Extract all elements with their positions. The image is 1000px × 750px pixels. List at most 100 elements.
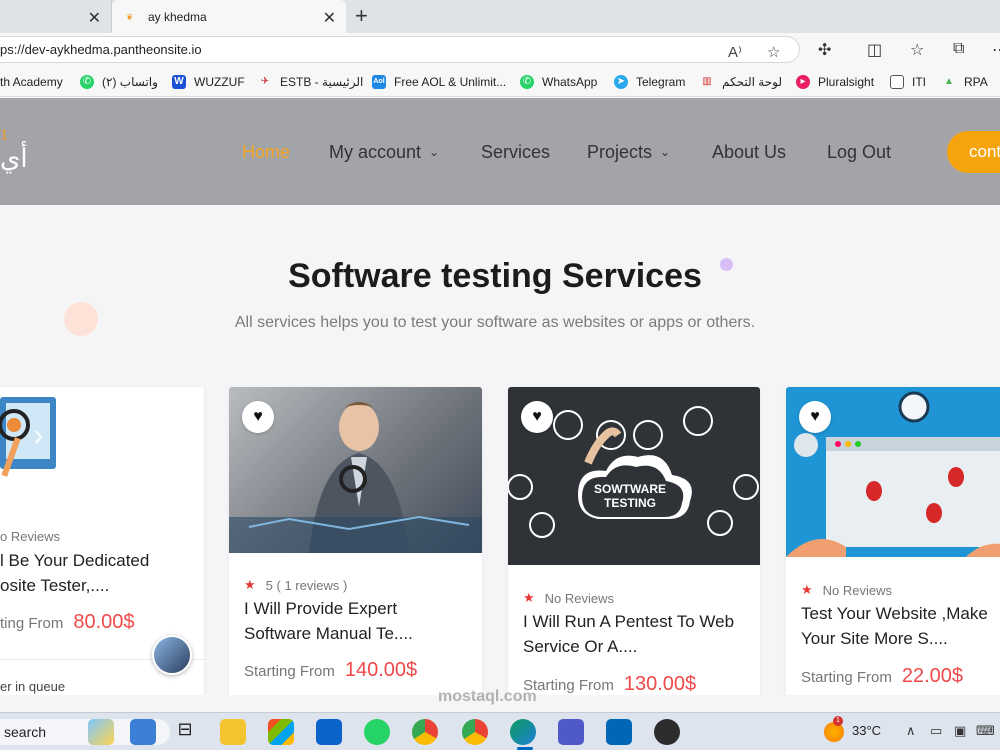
wuzzuf-icon: W — [172, 75, 186, 89]
keyboard-icon[interactable]: ⌨ — [976, 723, 995, 739]
rating-text: 5 ( 1 reviews ) — [265, 577, 348, 593]
card-title-line: Test Your Website ,Make — [801, 604, 988, 623]
browser-tab-active[interactable]: ❦ ay khedma ✕ — [112, 0, 346, 33]
display-icon[interactable]: ▭ — [930, 723, 942, 739]
bookmark-rpa[interactable]: ▲ RPA — [942, 75, 988, 89]
url-text: ps://dev-aykhedma.pantheonsite.io — [0, 42, 202, 57]
favorite-heart-icon[interactable]: ♥ — [242, 401, 274, 433]
seller-avatar[interactable] — [152, 635, 192, 675]
teams-icon[interactable] — [558, 719, 584, 745]
address-bar[interactable]: ps://dev-aykhedma.pantheonsite.io A⁾ ☆ — [0, 36, 800, 63]
pluralsight-icon: ▸ — [796, 75, 810, 89]
service-card[interactable]: o Reviews l Be Your Dedicated osite Test… — [0, 387, 204, 695]
contact-button[interactable]: cont — [947, 131, 1000, 173]
widgets-icon[interactable] — [88, 719, 114, 745]
site-logo[interactable]: 1 أي — [0, 128, 28, 178]
bookmark-whatsapp-ar[interactable]: ✆ واتساب (٢) — [80, 75, 158, 89]
bookmark-dashboard[interactable]: ▥ لوحة التحكم — [700, 75, 782, 89]
bookmark-iti[interactable]: ITI — [890, 75, 926, 89]
split-screen-icon[interactable]: ◫ — [867, 40, 882, 60]
service-card[interactable]: ♥ ★ No Reviews Test Your Website ,Make Yo… — [786, 387, 1000, 695]
favorites-icon[interactable]: ☆ — [910, 40, 924, 60]
camera-icon[interactable]: ▣ — [954, 723, 966, 739]
service-card[interactable]: SOWTWARE TESTING ♥ ★ No Reviews I Will Ru… — [508, 387, 760, 695]
price: 22.00$ — [901, 665, 964, 687]
price-label: Starting From — [244, 663, 335, 680]
chevron-up-icon[interactable]: ∧ — [906, 723, 916, 739]
nav-my-account[interactable]: My account ⌄ — [329, 142, 439, 163]
files-icon[interactable] — [130, 719, 156, 745]
card-title[interactable]: Test Your Website ,Make Your Site More S… — [801, 601, 988, 651]
edge-icon[interactable] — [510, 719, 536, 745]
nav-label: Services — [481, 142, 551, 162]
microsoft-store-icon[interactable] — [268, 719, 294, 745]
aol-icon: Aol — [372, 75, 386, 89]
media-player-icon[interactable] — [654, 719, 680, 745]
bookmarks-bar: th Academy ✆ واتساب (٢) W WUZZUF ✈ ESTB - ا… — [0, 67, 1000, 97]
bookmark-aol[interactable]: Aol Free AOL & Unlimit... — [372, 75, 506, 89]
close-tab-icon[interactable]: ✕ — [323, 8, 336, 28]
new-tab-icon[interactable]: + — [355, 3, 368, 29]
chrome-icon[interactable] — [412, 719, 438, 745]
nav-label: About Us — [712, 142, 787, 162]
nav-projects[interactable]: Projects ⌄ — [587, 142, 670, 163]
bookmark-wuzzuf[interactable]: W WUZZUF — [172, 75, 245, 89]
bookmark-estb[interactable]: ✈ ESTB - الرئيسية — [258, 75, 364, 89]
task-view-icon[interactable]: ⊟ — [172, 719, 198, 745]
card-title[interactable]: I Will Run A Pentest To Web Service Or A… — [523, 609, 734, 659]
vscode-icon[interactable] — [606, 719, 632, 745]
close-tab-icon[interactable]: ✕ — [88, 8, 101, 28]
service-image — [0, 387, 68, 503]
bookmark-pluralsight[interactable]: ▸ Pluralsight — [796, 75, 874, 89]
rating-text: o Reviews — [0, 529, 60, 544]
estb-icon: ✈ — [260, 76, 270, 87]
favorite-star-icon[interactable]: ☆ — [767, 43, 780, 61]
browser-tab-strip: ✕ ❦ ay khedma ✕ + — [0, 0, 1000, 33]
card-title[interactable]: I Will Provide Expert Software Manual Te… — [244, 596, 413, 646]
nav-about-us[interactable]: About Us — [712, 142, 786, 163]
card-title-line: osite Tester,.... — [0, 576, 110, 595]
bookmark-telegram[interactable]: ➤ Telegram — [614, 75, 685, 89]
image-caption: SOWTWARE — [594, 482, 666, 496]
star-icon: ★ — [244, 577, 256, 592]
card-title-line: I Will Provide Expert — [244, 599, 398, 618]
more-icon[interactable]: ⋯ — [992, 40, 1000, 60]
whatsapp-icon[interactable] — [364, 719, 390, 745]
chrome-icon[interactable] — [462, 719, 488, 745]
whatsapp-icon: ✆ — [80, 75, 94, 89]
bookmark-academy[interactable]: th Academy — [0, 75, 63, 89]
services-section: Software testing Services All services h… — [0, 205, 1000, 695]
favorite-heart-icon[interactable]: ♥ — [799, 401, 831, 433]
site-header: 1 أي Home My account ⌄ Services Projects ⌄ … — [0, 98, 1000, 205]
file-explorer-icon[interactable] — [220, 719, 246, 745]
nav-services[interactable]: Services — [481, 142, 550, 163]
card-title[interactable]: l Be Your Dedicated osite Tester,.... — [0, 548, 149, 598]
browser-tab-previous[interactable]: ✕ — [0, 0, 112, 33]
nav-label: Projects — [587, 142, 653, 162]
tab-title: ay khedma — [148, 9, 207, 24]
card-title-line: Software Manual Te.... — [244, 624, 413, 643]
nav-home[interactable]: Home — [242, 142, 290, 163]
bookmark-label: Free AOL & Unlimit... — [394, 75, 507, 89]
price-label: ting From — [0, 615, 64, 632]
nav-log-out[interactable]: Log Out — [827, 142, 891, 163]
mail-icon[interactable] — [316, 719, 342, 745]
temperature[interactable]: 33°C — [852, 723, 881, 738]
star-icon: ★ — [801, 582, 813, 597]
card-title-line: l Be Your Dedicated — [0, 551, 150, 570]
favorite-heart-icon[interactable]: ♥ — [521, 401, 553, 433]
price-row: Starting From 22.00$ — [801, 665, 963, 688]
address-bar-row: ps://dev-aykhedma.pantheonsite.io A⁾ ☆ — [0, 33, 1000, 67]
bookmark-whatsapp[interactable]: ✆ WhatsApp — [520, 75, 597, 89]
bookmark-label: ESTB - الرئيسية — [280, 75, 364, 89]
extensions-icon[interactable]: ✣ — [818, 40, 831, 60]
read-aloud-icon[interactable]: A⁾ — [728, 43, 742, 61]
site-favicon-icon: ❦ — [126, 11, 134, 22]
rating: ★ No Reviews — [523, 590, 614, 606]
image-caption: TESTING — [604, 496, 656, 510]
service-card[interactable]: ♥ ★ 5 ( 1 reviews ) I Will Provide Expert… — [229, 387, 482, 695]
collections-icon[interactable]: ⧉ — [953, 40, 964, 58]
price-label: Starting From — [801, 669, 892, 686]
chevron-down-icon: ⌄ — [429, 145, 440, 159]
card-title-line: Service Or A.... — [523, 637, 638, 656]
